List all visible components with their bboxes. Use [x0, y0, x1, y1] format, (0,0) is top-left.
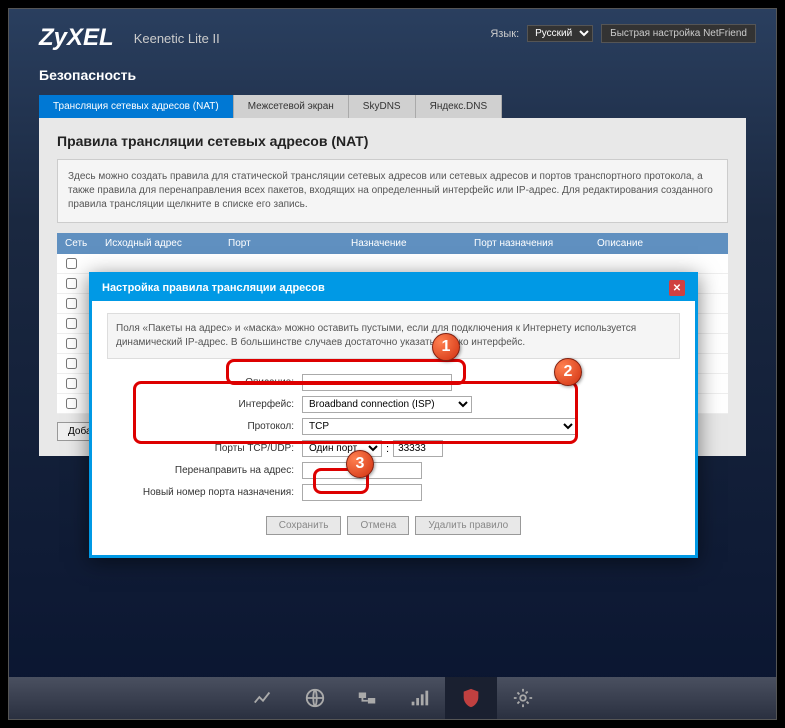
- netfriend-button[interactable]: Быстрая настройка NetFriend: [601, 24, 756, 43]
- nav-network-icon[interactable]: [341, 677, 393, 719]
- desc-input[interactable]: [302, 374, 452, 391]
- newport-input[interactable]: [302, 484, 422, 501]
- row-checkbox[interactable]: [65, 258, 78, 269]
- lang-label: Язык:: [490, 28, 519, 40]
- row-checkbox[interactable]: [65, 358, 78, 369]
- modal-info: Поля «Пакеты на адрес» и «маска» можно о…: [107, 313, 680, 359]
- col-net: Сеть: [65, 238, 105, 249]
- desc-label: Описание:: [107, 377, 302, 388]
- ports-input[interactable]: [393, 440, 443, 457]
- col-dest: Назначение: [351, 238, 474, 249]
- interface-label: Интерфейс:: [107, 399, 302, 410]
- redirect-label: Перенаправить на адрес:: [107, 465, 302, 476]
- col-desc: Описание: [597, 238, 720, 249]
- delete-rule-button[interactable]: Удалить правило: [415, 516, 521, 535]
- ports-label: Порты TCP/UDP:: [107, 443, 302, 454]
- nat-rule-modal: Настройка правила трансляции адресов ✕ П…: [89, 272, 698, 558]
- tab-firewall[interactable]: Межсетевой экран: [234, 95, 349, 118]
- tab-skydns[interactable]: SkyDNS: [349, 95, 416, 118]
- row-checkbox[interactable]: [65, 278, 78, 289]
- nav-monitor-icon[interactable]: [237, 677, 289, 719]
- nav-wifi-icon[interactable]: [393, 677, 445, 719]
- annotation-badge-2: 2: [554, 358, 582, 386]
- protocol-select[interactable]: TCP: [302, 418, 577, 435]
- lang-select[interactable]: Русский: [527, 25, 593, 42]
- panel-info: Здесь можно создать правила для статичес…: [57, 159, 728, 223]
- nav-shield-icon[interactable]: [445, 677, 497, 719]
- table-row[interactable]: [57, 254, 728, 274]
- product-name: Keenetic Lite II: [134, 31, 220, 46]
- annotation-badge-1: 1: [432, 333, 460, 361]
- col-destport: Порт назначения: [474, 238, 597, 249]
- tab-yandexdns[interactable]: Яндекс.DNS: [416, 95, 503, 118]
- bottom-nav: [9, 677, 776, 719]
- annotation-badge-3: 3: [346, 450, 374, 478]
- panel-title: Правила трансляции сетевых адресов (NAT): [57, 133, 728, 149]
- cancel-button[interactable]: Отмена: [347, 516, 409, 535]
- row-checkbox[interactable]: [65, 298, 78, 309]
- protocol-label: Протокол:: [107, 421, 302, 432]
- modal-title: Настройка правила трансляции адресов: [102, 282, 325, 294]
- logo: ZyXEL: [39, 24, 114, 52]
- newport-label: Новый номер порта назначения:: [107, 487, 302, 498]
- nav-globe-icon[interactable]: [289, 677, 341, 719]
- section-title: Безопасность: [9, 62, 776, 95]
- col-src: Исходный адрес: [105, 238, 228, 249]
- close-icon[interactable]: ✕: [669, 280, 685, 296]
- interface-select[interactable]: Broadband connection (ISP): [302, 396, 472, 413]
- col-port: Порт: [228, 238, 351, 249]
- row-checkbox[interactable]: [65, 318, 78, 329]
- row-checkbox[interactable]: [65, 338, 78, 349]
- row-checkbox[interactable]: [65, 378, 78, 389]
- tab-nat[interactable]: Трансляция сетевых адресов (NAT): [39, 95, 234, 118]
- tabs: Трансляция сетевых адресов (NAT) Межсете…: [39, 95, 746, 118]
- row-checkbox[interactable]: [65, 398, 78, 409]
- table-header: Сеть Исходный адрес Порт Назначение Порт…: [57, 233, 728, 254]
- save-button[interactable]: Сохранить: [266, 516, 342, 535]
- nav-gear-icon[interactable]: [497, 677, 549, 719]
